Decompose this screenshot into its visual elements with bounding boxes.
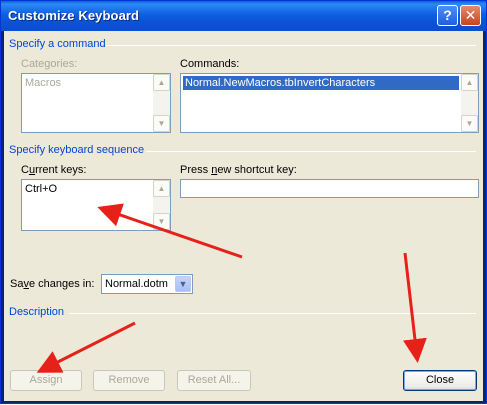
- remove-button[interactable]: Remove: [93, 370, 165, 391]
- scroll-up-icon[interactable]: ▲: [153, 74, 170, 91]
- scroll-down-icon[interactable]: ▼: [153, 213, 170, 230]
- description-heading: Description: [9, 306, 65, 318]
- new-shortcut-label-part: Press: [180, 164, 212, 176]
- close-icon: ✕: [464, 7, 477, 23]
- reset-all-button[interactable]: Reset All...: [177, 370, 251, 391]
- save-changes-label-part: Sa: [10, 278, 24, 290]
- commands-scrollbar[interactable]: ▲ ▼: [461, 74, 478, 132]
- dialog-body: Specify a command Categories: Macros ▲ ▼…: [4, 31, 483, 401]
- scroll-up-icon[interactable]: ▲: [461, 74, 478, 91]
- current-keys-label-part: rrent keys:: [35, 164, 87, 176]
- specify-command-heading: Specify a command: [9, 38, 106, 50]
- scroll-down-icon[interactable]: ▼: [461, 115, 478, 132]
- dialog-title: Customize Keyboard: [8, 8, 140, 23]
- scroll-down-icon[interactable]: ▼: [153, 115, 170, 132]
- chevron-down-icon[interactable]: ▼: [175, 276, 191, 292]
- new-shortcut-label: Press new shortcut key:: [180, 164, 297, 176]
- customize-keyboard-dialog: Customize Keyboard ? ✕ Specify a command…: [0, 0, 487, 404]
- assign-button[interactable]: Assign: [10, 370, 82, 391]
- help-icon: ?: [443, 7, 452, 23]
- commands-listbox[interactable]: Normal.NewMacros.tbInvertCharacters ▲ ▼: [180, 73, 479, 133]
- save-changes-label: Save changes in:: [10, 278, 94, 290]
- divider: [69, 313, 476, 314]
- divider: [106, 45, 476, 46]
- new-shortcut-label-part: ew shortcut key:: [217, 164, 297, 176]
- current-key-item[interactable]: Ctrl+O: [25, 183, 57, 195]
- save-changes-label-part: e changes in:: [28, 278, 95, 290]
- current-keys-scrollbar[interactable]: ▲ ▼: [153, 180, 170, 230]
- close-button[interactable]: Close: [403, 370, 477, 391]
- keyboard-sequence-heading: Specify keyboard sequence: [9, 144, 145, 156]
- categories-label: Categories:: [21, 58, 78, 70]
- current-keys-label-part: C: [21, 164, 29, 176]
- current-keys-listbox[interactable]: Ctrl+O ▲ ▼: [21, 179, 171, 231]
- current-keys-label: Current keys:: [21, 164, 86, 176]
- commands-label: Commands:: [180, 58, 240, 70]
- help-button[interactable]: ?: [437, 5, 458, 26]
- divider: [146, 151, 476, 152]
- categories-scrollbar[interactable]: ▲ ▼: [153, 74, 170, 132]
- close-window-button[interactable]: ✕: [460, 5, 481, 26]
- categories-listbox[interactable]: Macros ▲ ▼: [21, 73, 171, 133]
- new-shortcut-input[interactable]: [180, 179, 479, 198]
- scroll-up-icon[interactable]: ▲: [153, 180, 170, 197]
- commands-item-selected[interactable]: Normal.NewMacros.tbInvertCharacters: [183, 76, 459, 90]
- categories-item[interactable]: Macros: [25, 77, 61, 89]
- title-bar[interactable]: Customize Keyboard ? ✕: [1, 1, 486, 31]
- save-changes-value: Normal.dotm: [105, 278, 168, 290]
- save-changes-select[interactable]: Normal.dotm ▼: [101, 274, 193, 294]
